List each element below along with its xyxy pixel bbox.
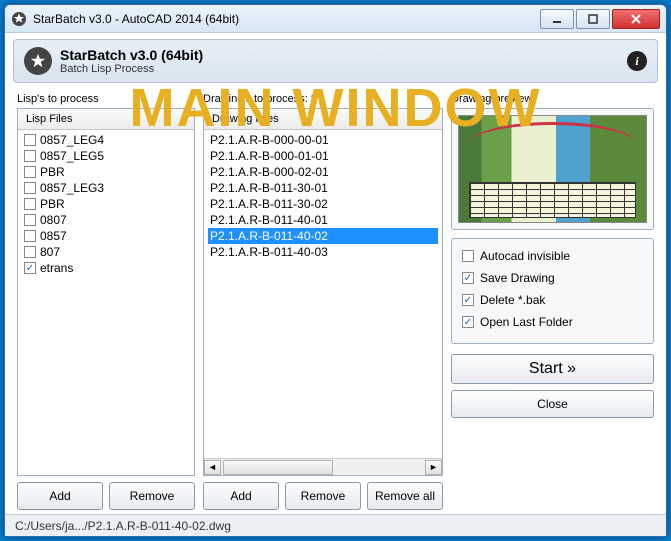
app-window: StarBatch v3.0 - AutoCAD 2014 (64bit) St…	[4, 4, 667, 537]
lisp-row[interactable]: PBR	[22, 196, 190, 212]
lisp-label: PBR	[40, 197, 65, 211]
lisp-row[interactable]: ✓ etrans	[22, 260, 190, 276]
close-row: Close	[451, 390, 654, 418]
drawings-panel: Drawing's to process: 8 Drawing Files P2…	[203, 93, 443, 510]
header-subtitle: Batch Lisp Process	[60, 63, 203, 75]
main-body: Lisp's to process Lisp Files 0857_LEG4 08…	[5, 83, 666, 514]
lisp-row[interactable]: 0857_LEG3	[22, 180, 190, 196]
drawings-buttons: Add Remove Remove all	[203, 482, 443, 510]
lisp-row[interactable]: 0857_LEG4	[22, 132, 190, 148]
drawing-row[interactable]: P2.1.A.R-B-011-40-01	[208, 212, 438, 228]
drawing-label: P2.1.A.R-B-011-40-01	[210, 213, 328, 227]
checkbox[interactable]	[24, 214, 36, 226]
lisps-buttons: Add Remove	[17, 482, 195, 510]
checkbox[interactable]	[462, 250, 474, 262]
option-label: Autocad invisible	[480, 249, 570, 263]
drawings-remove-all-button[interactable]: Remove all	[367, 482, 443, 510]
drawing-label: P2.1.A.R-B-000-02-01	[210, 165, 329, 179]
checkbox[interactable]	[24, 182, 36, 194]
options-frame: Autocad invisible ✓ Save Drawing ✓ Delete *.…	[451, 238, 654, 344]
lisps-column-header[interactable]: Lisp Files	[18, 109, 194, 130]
app-header: StarBatch v3.0 (64bit) Batch Lisp Proces…	[13, 39, 658, 83]
right-panel: Drawing preview Autocad invisible ✓ Save D…	[451, 93, 654, 510]
drawings-list[interactable]: Drawing Files P2.1.A.R-B-000-00-01 P2.1.A…	[203, 108, 443, 476]
drawing-label: P2.1.A.R-B-011-40-03	[210, 245, 328, 259]
drawing-row[interactable]: P2.1.A.R-B-000-00-01	[208, 132, 438, 148]
lisp-row[interactable]: 0857	[22, 228, 190, 244]
preview-label: Drawing preview	[451, 93, 654, 105]
lisp-label: PBR	[40, 165, 65, 179]
option-row[interactable]: ✓ Delete *.bak	[462, 293, 643, 307]
preview-frame	[451, 108, 654, 230]
drawing-row[interactable]: P2.1.A.R-B-011-40-02	[208, 228, 438, 244]
lisps-list[interactable]: Lisp Files 0857_LEG4 0857_LEG5 PBR 0857_LEG…	[17, 108, 195, 476]
window-controls	[538, 9, 660, 29]
info-icon[interactable]: i	[627, 51, 647, 71]
window-title: StarBatch v3.0 - AutoCAD 2014 (64bit)	[33, 12, 538, 26]
checkbox[interactable]	[24, 198, 36, 210]
lisp-row[interactable]: 0857_LEG5	[22, 148, 190, 164]
lisp-row[interactable]: PBR	[22, 164, 190, 180]
lisps-label: Lisp's to process	[17, 93, 195, 105]
maximize-button[interactable]	[576, 9, 610, 29]
drawings-add-button[interactable]: Add	[203, 482, 279, 510]
drawing-label: P2.1.A.R-B-011-40-02	[210, 229, 328, 243]
drawing-label: P2.1.A.R-B-000-00-01	[210, 133, 329, 147]
lisp-label: 0857_LEG3	[40, 181, 104, 195]
header-title: StarBatch v3.0 (64bit)	[60, 47, 203, 63]
titlebar: StarBatch v3.0 - AutoCAD 2014 (64bit)	[5, 5, 666, 33]
checkbox[interactable]: ✓	[24, 262, 36, 274]
drawing-row[interactable]: P2.1.A.R-B-011-40-03	[208, 244, 438, 260]
drawings-remove-button[interactable]: Remove	[285, 482, 361, 510]
drawing-row[interactable]: P2.1.A.R-B-000-01-01	[208, 148, 438, 164]
scroll-left-button[interactable]: ◄	[204, 460, 221, 475]
drawing-row[interactable]: P2.1.A.R-B-000-02-01	[208, 164, 438, 180]
checkbox[interactable]: ✓	[462, 294, 474, 306]
drawing-row[interactable]: P2.1.A.R-B-011-30-02	[208, 196, 438, 212]
close-window-button[interactable]	[612, 9, 660, 29]
option-row[interactable]: ✓ Open Last Folder	[462, 315, 643, 329]
app-icon	[11, 11, 27, 27]
checkbox[interactable]: ✓	[462, 272, 474, 284]
option-label: Open Last Folder	[480, 315, 573, 329]
lisp-label: 807	[40, 245, 60, 259]
lisp-label: 0857_LEG4	[40, 133, 104, 147]
checkbox[interactable]	[24, 150, 36, 162]
lisps-panel: Lisp's to process Lisp Files 0857_LEG4 08…	[17, 93, 195, 510]
lisp-row[interactable]: 0807	[22, 212, 190, 228]
scroll-right-button[interactable]: ►	[425, 460, 442, 475]
statusbar: C:/Users/ja.../P2.1.A.R-B-011-40-02.dwg	[5, 514, 666, 536]
lisp-label: 0807	[40, 213, 67, 227]
option-label: Save Drawing	[480, 271, 555, 285]
close-button[interactable]: Close	[451, 390, 654, 418]
lisps-add-button[interactable]: Add	[17, 482, 103, 510]
option-row[interactable]: ✓ Save Drawing	[462, 271, 643, 285]
lisp-label: 0857	[40, 229, 67, 243]
drawing-label: P2.1.A.R-B-011-30-01	[210, 181, 328, 195]
lisp-label: etrans	[40, 261, 73, 275]
lisps-remove-button[interactable]: Remove	[109, 482, 195, 510]
drawings-label: Drawing's to process: 8	[203, 93, 443, 105]
checkbox[interactable]: ✓	[462, 316, 474, 328]
minimize-button[interactable]	[540, 9, 574, 29]
lisp-row[interactable]: 807	[22, 244, 190, 260]
start-button[interactable]: Start »	[451, 354, 654, 384]
drawing-preview	[458, 115, 647, 223]
option-row[interactable]: Autocad invisible	[462, 249, 643, 263]
option-label: Delete *.bak	[480, 293, 545, 307]
drawings-column-header[interactable]: Drawing Files	[204, 109, 442, 130]
status-text: C:/Users/ja.../P2.1.A.R-B-011-40-02.dwg	[15, 519, 231, 533]
drawing-row[interactable]: P2.1.A.R-B-011-30-01	[208, 180, 438, 196]
checkbox[interactable]	[24, 134, 36, 146]
drawing-label: P2.1.A.R-B-011-30-02	[210, 197, 328, 211]
scroll-thumb[interactable]	[223, 460, 333, 475]
star-icon	[24, 47, 52, 75]
checkbox[interactable]	[24, 246, 36, 258]
lisp-label: 0857_LEG5	[40, 149, 104, 163]
drawing-label: P2.1.A.R-B-000-01-01	[210, 149, 329, 163]
drawings-hscroll[interactable]: ◄ ►	[204, 458, 442, 475]
checkbox[interactable]	[24, 230, 36, 242]
checkbox[interactable]	[24, 166, 36, 178]
header-text: StarBatch v3.0 (64bit) Batch Lisp Proces…	[60, 47, 203, 75]
